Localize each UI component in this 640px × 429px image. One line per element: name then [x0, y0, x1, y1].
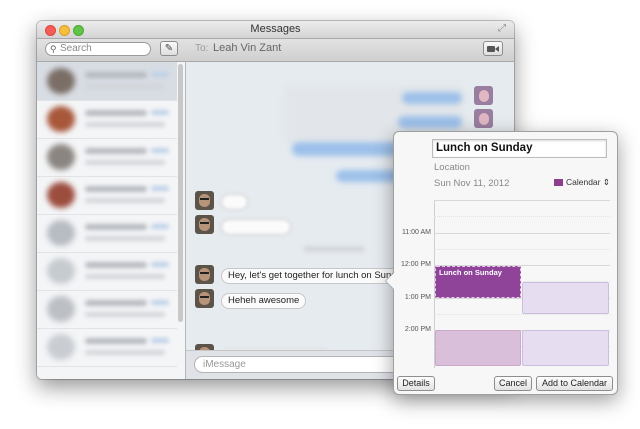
blurred-timestamp [304, 246, 364, 252]
blurred-message [221, 194, 248, 210]
message-bubble[interactable]: Heheh awesome [221, 293, 307, 309]
location-field[interactable]: Location [434, 162, 470, 173]
grid-line [434, 200, 610, 201]
conversation-item[interactable] [37, 290, 177, 329]
video-call-button[interactable] [483, 41, 503, 56]
grid-line [434, 314, 610, 315]
contact-avatar [195, 265, 214, 284]
toolbar: ⚲ Search ✎ To: Leah Vin Zant [37, 39, 514, 62]
day-view-grid: 11:00 AM 12:00 PM 1:00 PM 2:00 PM Lunch … [394, 200, 617, 368]
search-input[interactable]: ⚲ Search [45, 42, 151, 56]
message-input[interactable]: iMessage [194, 356, 404, 373]
existing-event-block[interactable] [435, 330, 521, 366]
grid-line [434, 233, 610, 234]
conversation-list [37, 62, 186, 379]
chevron-updown-icon: ⇕ [602, 177, 610, 187]
conversation-item[interactable] [37, 62, 177, 101]
event-date[interactable]: Sun Nov 11, 2012 [434, 178, 509, 189]
hour-label: 12:00 PM [401, 261, 431, 268]
calendar-color-swatch [554, 179, 563, 186]
add-to-calendar-button[interactable]: Add to Calendar [536, 376, 613, 391]
window-title: Messages [250, 23, 301, 35]
my-avatar [474, 86, 493, 105]
event-title-field[interactable]: Lunch on Sunday [432, 139, 607, 158]
new-event-block[interactable]: Lunch on Sunday [435, 266, 521, 298]
contact-avatar [195, 191, 214, 210]
grid-line [434, 249, 610, 250]
blurred-message [221, 219, 291, 235]
fullscreen-icon[interactable]: ⤢ [498, 24, 508, 34]
contact-avatar [195, 289, 214, 308]
existing-event-block[interactable] [522, 282, 609, 314]
calendar-name: Calendar [566, 177, 601, 187]
contact-avatar [195, 215, 214, 234]
sidebar-scrollbar[interactable] [178, 64, 183, 322]
my-avatar [474, 109, 493, 128]
blurred-message [402, 92, 462, 104]
conversation-item[interactable] [37, 214, 177, 253]
new-event-label: Lunch on Sunday [439, 268, 502, 277]
hour-label: 11:00 AM [401, 229, 431, 236]
to-label: To: [195, 43, 209, 54]
compose-icon: ✎ [164, 43, 174, 54]
compose-button[interactable]: ✎ [160, 41, 178, 56]
hour-label: 1:00 PM [404, 294, 431, 301]
title-bar[interactable]: Messages ⤢ [37, 21, 514, 39]
grid-line [434, 216, 610, 217]
conversation-item[interactable] [37, 138, 177, 177]
conversation-item[interactable] [37, 100, 177, 139]
popover-arrow [385, 272, 394, 290]
add-event-popover: Lunch on Sunday Location Sun Nov 11, 201… [385, 131, 618, 395]
recipient-name[interactable]: Leah Vin Zant [213, 42, 281, 54]
conversation-item[interactable] [37, 252, 177, 291]
conversation-item[interactable] [37, 176, 177, 215]
cancel-button[interactable]: Cancel [494, 376, 532, 391]
calendar-selector[interactable]: Calendar ⇕ [554, 177, 610, 188]
blurred-message [398, 116, 462, 128]
details-button[interactable]: Details [397, 376, 435, 391]
conversation-item[interactable] [37, 328, 177, 367]
search-icon: ⚲ [50, 44, 57, 54]
existing-event-block[interactable] [522, 330, 609, 366]
search-placeholder: Search [60, 43, 92, 54]
hour-label: 2:00 PM [404, 326, 431, 333]
